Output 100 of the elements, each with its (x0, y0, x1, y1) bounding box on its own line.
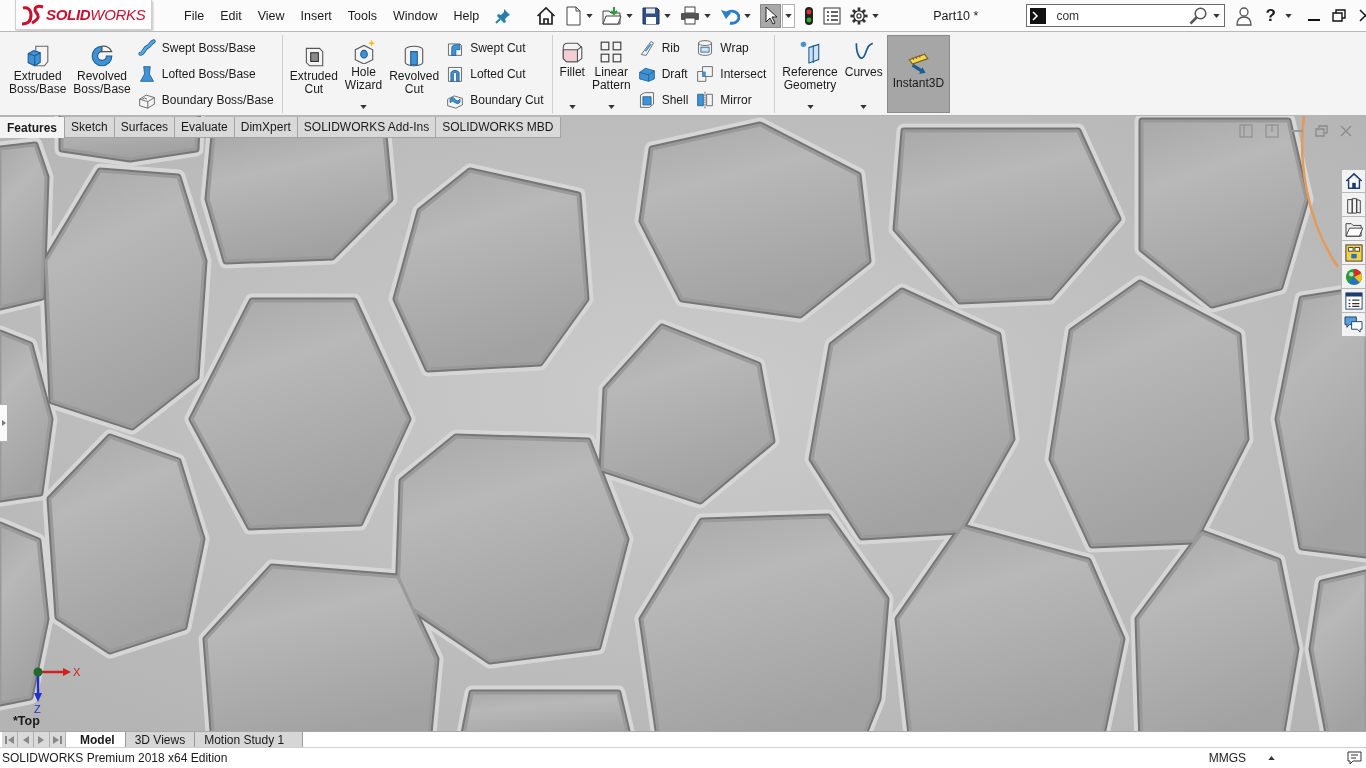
caret-icon[interactable] (586, 13, 594, 18)
menu-item[interactable]: Help (445, 6, 488, 25)
nav-button[interactable] (2, 732, 18, 747)
ribbon-button[interactable]: Extruded Cut (286, 35, 341, 113)
view-name-label: *Top (13, 714, 40, 728)
nav-button[interactable] (50, 732, 66, 747)
nav-button[interactable] (34, 732, 50, 747)
caret-icon[interactable] (860, 105, 868, 109)
ribbon-button[interactable]: Shell (634, 87, 693, 113)
ribbon-button[interactable]: Draft (634, 61, 693, 87)
speech-bubbles-icon (1344, 316, 1363, 333)
tab[interactable]: Evaluate (175, 117, 235, 138)
ribbon-button[interactable]: Hole Wizard (341, 35, 386, 113)
first-icon (5, 735, 14, 744)
tab[interactable]: SOLIDWORKS MBD (436, 117, 561, 138)
caret-icon[interactable] (626, 13, 634, 18)
caret-icon[interactable] (1284, 13, 1292, 18)
menu-item[interactable]: Tools (339, 6, 386, 25)
home-icon (1344, 172, 1363, 190)
menu-item[interactable]: Insert (292, 6, 340, 25)
ribbon-button[interactable]: Boundary Boss/Base (134, 87, 278, 113)
search-icon[interactable] (1189, 6, 1208, 25)
arch-block-icon (446, 65, 465, 83)
last-icon (53, 735, 62, 744)
menu-item[interactable]: File (176, 6, 213, 25)
ribbon-button[interactable]: Revolved Cut (386, 35, 443, 113)
squares-grid-icon (599, 40, 624, 64)
list-icon[interactable] (823, 6, 842, 25)
caret-icon[interactable] (1268, 755, 1275, 760)
units-label[interactable]: MMGS (1208, 750, 1246, 765)
ribbon-button[interactable]: Swept Boss/Base (134, 35, 278, 61)
ribbon-button[interactable]: Reference Geometry (779, 35, 841, 113)
speech-bubble-icon[interactable] (1347, 750, 1362, 765)
status-text: SOLIDWORKS Premium 2018 x64 Edition (2, 750, 228, 765)
tab[interactable]: 3D Views (125, 732, 196, 747)
user-icon[interactable] (1236, 5, 1253, 26)
task-pane-button[interactable] (1341, 241, 1366, 265)
menu-item[interactable]: View (249, 6, 293, 25)
ribbon-button[interactable]: Boundary Cut (443, 87, 548, 113)
cylinder-icon (696, 39, 715, 57)
caret-icon[interactable] (360, 105, 367, 109)
ribbon-button[interactable]: Instant3D (886, 35, 951, 113)
ribbon-button[interactable]: Wrap (693, 35, 771, 61)
caret-icon[interactable] (785, 13, 793, 18)
caret-icon[interactable] (607, 105, 615, 109)
caret-icon[interactable] (806, 105, 814, 109)
menu-item[interactable]: Edit (212, 6, 250, 25)
caret-icon[interactable] (704, 13, 712, 18)
caret-icon[interactable] (872, 13, 880, 18)
mirror-icon (696, 91, 715, 109)
tab[interactable]: Sketch (65, 117, 115, 138)
folder-icon[interactable] (602, 6, 623, 25)
pin-icon[interactable] (495, 7, 512, 24)
task-pane-button[interactable] (1341, 193, 1366, 217)
caret-icon[interactable] (664, 13, 672, 18)
ribbon-button[interactable]: Fillet (556, 35, 588, 113)
ring-icon (90, 44, 115, 68)
ribbon-button[interactable]: Curves (841, 35, 886, 113)
task-pane-button[interactable] (1341, 313, 1366, 337)
s-curve-icon (137, 39, 156, 57)
ribbon-button[interactable]: Revolved Boss/Base (70, 35, 134, 113)
traffic-light-icon[interactable] (804, 5, 815, 26)
origin-icon (33, 667, 43, 677)
axis-label: X (73, 666, 81, 678)
arrow-icon (1, 420, 6, 426)
tab[interactable]: Features (0, 117, 66, 138)
ribbon-button[interactable]: Lofted Cut (443, 61, 548, 87)
overlap-boxes-icon (696, 65, 715, 83)
ribbon-button[interactable]: Mirror (693, 87, 771, 113)
document-icon[interactable] (565, 5, 583, 26)
restore-icon[interactable] (1331, 9, 1346, 22)
search-field[interactable]: com (1026, 4, 1226, 27)
home-icon[interactable] (536, 5, 557, 26)
tab[interactable]: SOLIDWORKS Add-Ins (297, 117, 437, 138)
rounded-cube-icon (560, 40, 585, 64)
task-pane-button[interactable] (1341, 289, 1366, 313)
tab[interactable]: Surfaces (114, 117, 176, 138)
caret-icon[interactable] (1213, 13, 1221, 18)
panels-icon (1344, 243, 1363, 262)
next-icon (38, 735, 45, 744)
ribbon-button[interactable]: Rib (634, 35, 693, 61)
ribbon-button[interactable]: Lofted Boss/Base (134, 61, 278, 87)
menu-item[interactable]: Window (385, 6, 446, 25)
tab[interactable]: DimXpert (234, 117, 298, 138)
task-pane-button[interactable] (1341, 169, 1366, 193)
ribbon-button[interactable]: Linear Pattern (588, 35, 634, 113)
ribbon-button[interactable]: Intersect (693, 61, 771, 87)
caret-icon[interactable] (568, 105, 576, 109)
minimize-icon[interactable] (1307, 18, 1320, 21)
dropdown-button[interactable] (782, 3, 796, 28)
panel-expand-handle[interactable] (0, 404, 8, 442)
printer-icon[interactable] (680, 6, 701, 25)
cube-icon (25, 44, 50, 68)
help-button[interactable]: ? (1264, 5, 1277, 26)
caret-icon[interactable] (744, 13, 752, 18)
ribbon-button[interactable]: Swept Cut (443, 35, 548, 61)
task-pane-button[interactable] (1341, 217, 1366, 241)
ribbon-button[interactable]: Extruded Boss/Base (6, 35, 70, 113)
nav-button[interactable] (18, 732, 34, 747)
tab[interactable]: Motion Study 1 (195, 732, 304, 747)
